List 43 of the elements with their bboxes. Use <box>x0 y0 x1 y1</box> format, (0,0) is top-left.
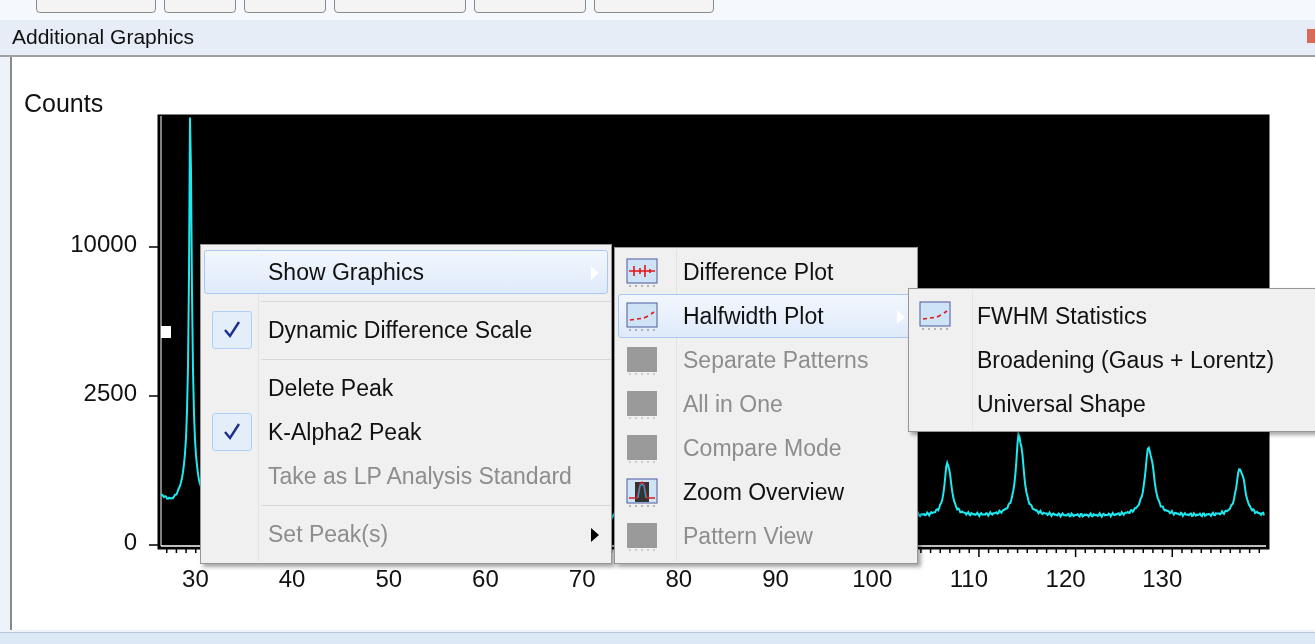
menu-item[interactable]: Zoom Overview <box>618 470 914 514</box>
check-icon <box>212 413 252 451</box>
placeholder-icon <box>626 434 658 464</box>
axis-tick-label: 100 <box>851 567 894 591</box>
axis-tick-label: 130 <box>1141 567 1184 591</box>
zoom-overview-icon <box>626 478 658 508</box>
menu-item[interactable]: Show Graphics <box>204 250 608 294</box>
toolbar-button[interactable] <box>594 0 714 13</box>
panel-title: Additional Graphics <box>12 23 195 50</box>
menu-item[interactable]: Dynamic Difference Scale <box>204 308 608 352</box>
axis-tick-label: 50 <box>374 567 404 591</box>
axis-tick-label: 120 <box>1044 567 1087 591</box>
axis-title: Counts <box>24 88 104 119</box>
axis-tick-label: 60 <box>471 567 500 591</box>
axis-tick-label: 2500 <box>83 381 137 405</box>
menu-item[interactable]: Universal Shape <box>909 382 1315 426</box>
check-icon <box>212 311 252 349</box>
axis-tick-label: 90 <box>761 567 790 591</box>
menu-item[interactable]: Broadening (Gaus + Lorentz) <box>909 338 1315 382</box>
menu-item[interactable]: Difference Plot <box>618 250 914 294</box>
difference-plot-icon <box>626 258 658 288</box>
submenu-arrow-icon <box>591 266 599 280</box>
halfwidth-plot-icon <box>919 301 951 331</box>
placeholder-icon <box>626 346 658 376</box>
submenu-arrow-icon <box>591 528 599 542</box>
axis-tick-label: 110 <box>948 567 989 591</box>
menu-item[interactable]: Delete Peak <box>204 366 608 410</box>
toolbar-button[interactable] <box>244 0 326 13</box>
halfwidth-plot-icon <box>626 302 658 332</box>
toolbar-button[interactable] <box>334 0 466 13</box>
axis-tick-label: 80 <box>664 567 694 591</box>
toolbar-button[interactable] <box>474 0 586 13</box>
axis-tick-label: 70 <box>567 567 597 591</box>
submenu-arrow-icon <box>897 310 905 324</box>
axis-tick-label: 10000 <box>70 232 137 256</box>
placeholder-icon <box>626 522 658 552</box>
toolbar-button[interactable] <box>164 0 236 13</box>
axis-tick-label: 0 <box>123 530 137 554</box>
axis-tick-label: 40 <box>277 567 307 591</box>
toolbar-button[interactable] <box>36 0 156 13</box>
placeholder-icon <box>626 390 658 420</box>
axis-tick-label: 30 <box>181 567 210 591</box>
menu-item[interactable]: K-Alpha2 Peak <box>204 410 608 454</box>
